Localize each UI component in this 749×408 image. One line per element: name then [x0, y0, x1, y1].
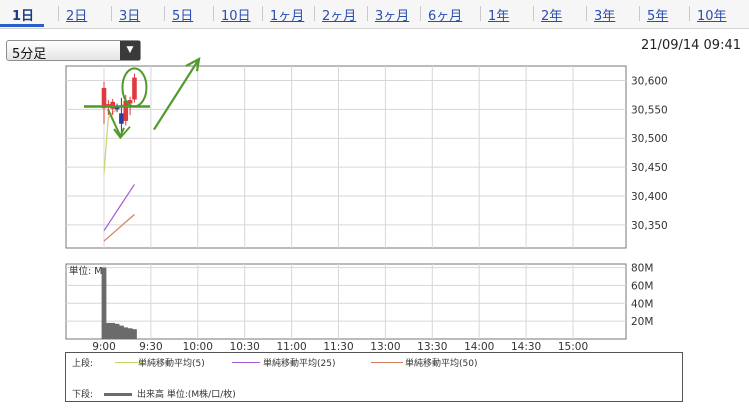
price-tick-label: 30,350: [631, 220, 668, 232]
legend-swatch-ma25: [232, 362, 260, 363]
x-tick-label: 11:30: [323, 341, 353, 352]
price-tick-label: 30,550: [631, 104, 668, 116]
volume-tick-label: 20M: [631, 316, 653, 328]
legend-item-ma50: 単純移動平均(50): [405, 359, 478, 369]
legend-item-volume: 出来高 単位:(M株/口/枚): [137, 390, 236, 400]
x-tick-label: 14:30: [511, 341, 541, 352]
legend-item-ma25: 単純移動平均(25): [263, 359, 336, 369]
volume-bar: [105, 322, 111, 339]
x-tick-label: 11:00: [276, 341, 306, 352]
volume-unit-label: 単位: M: [69, 265, 102, 277]
x-tick-label: 14:00: [464, 341, 494, 352]
x-tick-label: 15:00: [558, 341, 588, 352]
legend-upper-label: 上段:: [72, 359, 94, 369]
volume-bar: [132, 329, 137, 339]
candle-body: [119, 113, 124, 124]
chart-area: 9:00 9:30 10:00 10:30 11:00 11:30 13:00 13:30 14…: [65, 57, 668, 352]
price-tick-label: 30,450: [631, 162, 668, 174]
volume-bar: [127, 328, 133, 339]
legend-swatch-ma50: [371, 362, 403, 363]
volume-tick-label: 40M: [631, 298, 653, 310]
price-tick-label: 30,400: [631, 191, 668, 203]
candle-body: [132, 77, 137, 100]
volume-bar: [101, 267, 107, 339]
volume-tick-label: 60M: [631, 280, 653, 292]
volume-plot-frame: [65, 263, 627, 340]
legend-swatch-volume: [104, 393, 132, 396]
volume-tick-label: 80M: [631, 263, 653, 275]
x-tick-label: 13:00: [370, 341, 400, 352]
legend-lower-label: 下段:: [72, 390, 94, 400]
x-tick-label: 13:30: [417, 341, 447, 352]
volume-bar: [114, 323, 120, 339]
volume-bar: [110, 322, 116, 339]
chart-legend: 上段: 単純移動平均(5) 単純移動平均(25) 単純移動平均(50) 下段: …: [65, 352, 683, 402]
x-tick-label: 10:30: [230, 341, 260, 352]
x-tick-label: 10:00: [183, 341, 213, 352]
price-tick-label: 30,500: [631, 133, 668, 145]
candle-body: [101, 87, 107, 109]
volume-bar: [119, 325, 124, 339]
x-tick-label: 9:00: [92, 341, 116, 352]
price-tick-label: 30,600: [631, 75, 668, 87]
legend-item-ma5: 単純移動平均(5): [138, 359, 205, 369]
price-plot-frame: [65, 65, 627, 249]
volume-bar: [123, 327, 129, 339]
x-tick-label: 9:30: [139, 341, 163, 352]
